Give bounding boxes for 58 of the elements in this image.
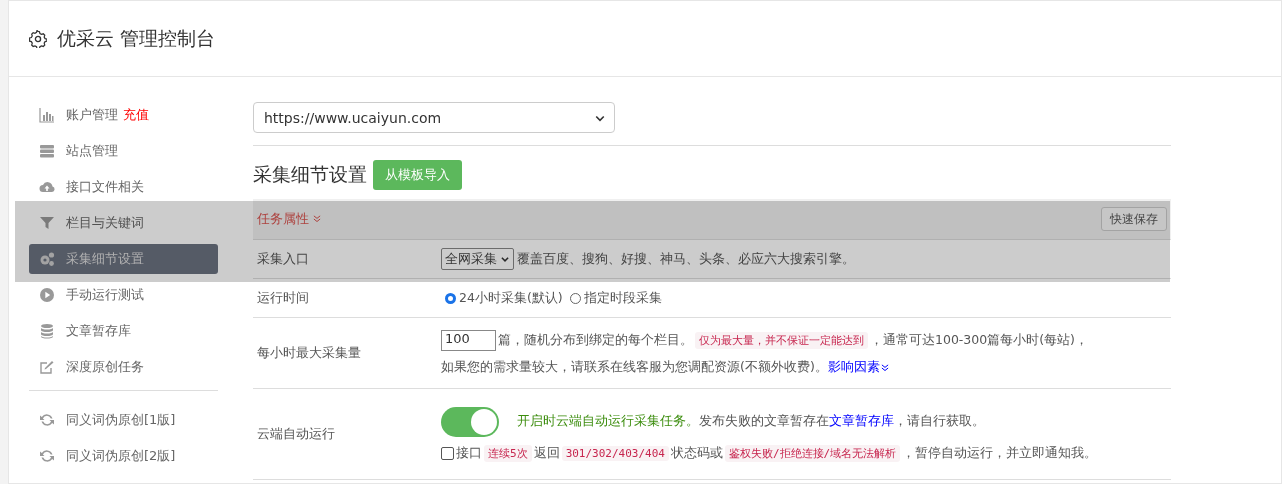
sidebar-item[interactable]: 接口文件相关: [29, 172, 218, 202]
sidebar-item[interactable]: 文章暂存库: [29, 316, 218, 346]
sidebar-item[interactable]: 账户管理 充值: [29, 100, 218, 130]
sidebar-item[interactable]: 深度原创任务: [29, 352, 218, 382]
setting-label: 云端自动运行: [257, 425, 336, 443]
sidebar-item[interactable]: 栏目与关键词: [29, 208, 218, 238]
sidebar-item[interactable]: 同义词伪原创[1版]: [29, 405, 218, 435]
highlight-tag: 连续5次: [484, 444, 532, 462]
sidebar-item[interactable]: 手动运行测试: [29, 280, 218, 310]
highlight-tag: 仅为最大量，并不保证一定能达到: [695, 332, 868, 349]
setting-label: 运行时间: [257, 289, 310, 307]
settings-icon: [29, 29, 47, 48]
article-storage-link[interactable]: 文章暂存库: [829, 413, 894, 430]
checkbox[interactable]: [441, 446, 454, 460]
impact-factors-link[interactable]: 影响因素: [827, 359, 880, 376]
quick-save-button[interactable]: 快速保存: [1101, 207, 1167, 231]
radio-button[interactable]: [445, 292, 456, 304]
setting-note: 篇，随机分布到绑定的每个栏目。: [498, 332, 693, 349]
cloud-upload-icon: [39, 179, 55, 195]
setting-note: 覆盖百度、搜狗、好搜、神马、头条、必应六大搜索引擎。: [517, 250, 855, 268]
section-title: 采集细节设置: [253, 162, 367, 187]
gears-icon: [39, 251, 55, 267]
play-circle-icon: [39, 287, 55, 303]
setting-label: 每小时最大采集量: [257, 344, 362, 362]
bar-chart-icon: [39, 107, 55, 123]
double-chevron-down-icon: [879, 362, 890, 373]
setting-note: 返回: [533, 444, 560, 462]
chevron-down-icon: [500, 254, 510, 264]
highlight-tag: 鉴权失败/拒绝连接/域名无法解析: [724, 444, 901, 462]
database-icon: [39, 323, 55, 339]
setting-note: 开启时云端自动运行采集任务。: [517, 413, 699, 430]
setting-note: ，暂停自动运行，并立即通知我。: [902, 444, 1098, 462]
amount-field[interactable]: 100: [441, 330, 496, 351]
sidebar-item[interactable]: 同义词伪原创[2版]: [29, 441, 218, 471]
edit-icon: [39, 359, 55, 375]
recharge-link[interactable]: 充值: [123, 106, 149, 124]
setting-note: 状态码或: [670, 444, 723, 462]
site-select[interactable]: https://www.ucaiyun.com: [253, 102, 615, 133]
double-chevron-down-icon: [312, 214, 322, 224]
sidebar-item[interactable]: 采集细节设置: [29, 244, 218, 274]
server-icon: [39, 143, 55, 159]
task-properties-toggle[interactable]: 任务属性: [257, 210, 322, 228]
source-select[interactable]: 全网采集: [441, 248, 514, 270]
setting-note: ，请自行获取。: [894, 413, 985, 430]
console-title: 优采云 管理控制台: [57, 25, 216, 51]
radio-label: 指定时段采集: [583, 289, 662, 307]
setting-note: 如果您的需求量较大，请联系在线客服为您调配资源(不额外收费)。: [441, 359, 828, 376]
setting-note: ，通常可达100-300篇每小时(每站)，: [870, 332, 1088, 349]
highlight-tag: 301/302/403/404: [561, 445, 669, 461]
radio-label: 24小时采集(默认): [459, 289, 563, 307]
setting-note: 发布失败的文章暂存在: [699, 413, 829, 430]
setting-note: 接口: [456, 444, 482, 462]
refresh-icon: [39, 412, 55, 428]
toggle-switch[interactable]: [441, 406, 499, 437]
filter-icon: [39, 215, 55, 231]
sidebar-item[interactable]: 站点管理: [29, 136, 218, 166]
refresh-icon: [39, 448, 55, 464]
setting-label: 采集入口: [257, 250, 310, 268]
